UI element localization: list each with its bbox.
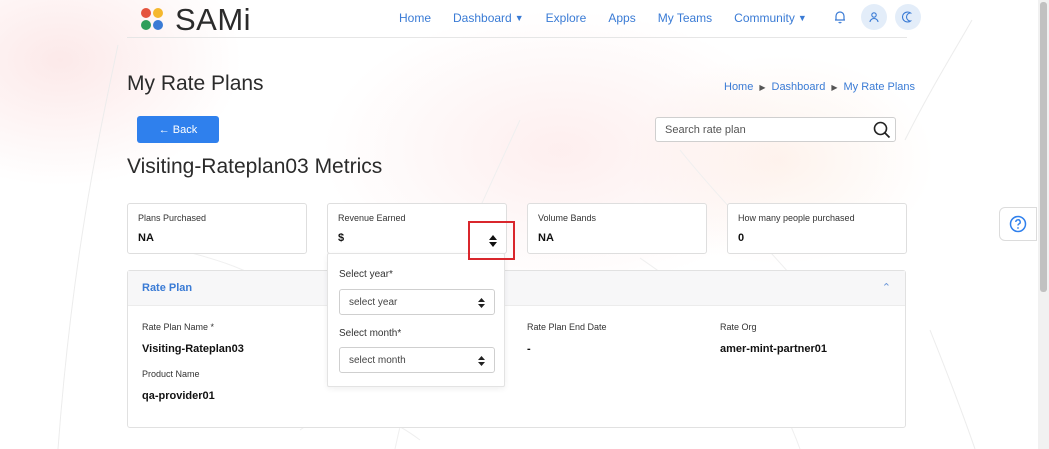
rate-plan-end-date-label: Rate Plan End Date	[527, 322, 607, 332]
question-icon	[1009, 215, 1027, 233]
select-year-label: Select year*	[339, 269, 393, 280]
rate-plan-name-value: Visiting-Rateplan03	[142, 343, 244, 355]
year-select-value: select year	[349, 296, 398, 308]
breadcrumb-caret-icon: ▶	[759, 82, 766, 92]
main-nav: Home Dashboard ▼ Explore Apps My Teams Co…	[399, 9, 829, 27]
chevron-down-icon: ▼	[514, 13, 524, 23]
month-select[interactable]: select month	[339, 347, 495, 373]
breadcrumb-current[interactable]: My Rate Plans	[843, 81, 915, 93]
nav-home[interactable]: Home	[399, 11, 431, 25]
select-arrows-icon	[478, 356, 485, 366]
rate-org-value: amer-mint-partner01	[720, 343, 827, 355]
breadcrumb-home[interactable]: Home	[724, 81, 753, 93]
card-plans-purchased: Plans Purchased NA	[127, 203, 307, 254]
revenue-filter-popover: Select year* select year Select month* s…	[327, 253, 505, 387]
scrollbar-thumb[interactable]	[1040, 2, 1047, 292]
search-icon[interactable]	[869, 117, 895, 142]
year-select[interactable]: select year	[339, 289, 495, 315]
card-value: NA	[138, 232, 154, 244]
nav-icon-group	[827, 4, 921, 30]
breadcrumb-caret-icon: ▶	[831, 82, 838, 92]
logo-mark-icon	[141, 7, 165, 33]
nav-explore[interactable]: Explore	[546, 11, 587, 25]
breadcrumb-dashboard[interactable]: Dashboard	[772, 81, 826, 93]
nav-apps[interactable]: Apps	[608, 11, 635, 25]
help-button[interactable]	[999, 207, 1037, 241]
page-title: My Rate Plans	[127, 72, 264, 95]
bell-icon[interactable]	[827, 4, 853, 30]
rate-plan-panel: Rate Plan ⌃ Rate Plan Name * Visiting-Ra…	[127, 270, 906, 428]
breadcrumb: Home ▶ Dashboard ▶ My Rate Plans	[724, 81, 915, 93]
card-label: Volume Bands	[538, 213, 597, 223]
card-people-purchased: How many people purchased 0	[727, 203, 907, 254]
card-label: Plans Purchased	[138, 213, 207, 223]
metrics-title: Visiting-Rateplan03 Metrics	[127, 155, 383, 178]
card-volume-bands: Volume Bands NA	[527, 203, 707, 254]
back-button[interactable]: ← Back	[137, 116, 219, 143]
user-icon[interactable]	[861, 4, 887, 30]
product-name-value: qa-provider01	[142, 390, 215, 402]
page-scrollbar[interactable]	[1038, 0, 1049, 449]
nav-dashboard[interactable]: Dashboard ▼	[453, 11, 524, 25]
rate-plan-title: Rate Plan	[142, 282, 193, 294]
rate-plan-name-label: Rate Plan Name *	[142, 322, 215, 332]
nav-community[interactable]: Community ▼	[734, 11, 807, 25]
highlight-annotation	[468, 221, 515, 260]
rate-plan-end-date-value: -	[527, 343, 531, 355]
card-label: How many people purchased	[738, 213, 855, 223]
card-value: NA	[538, 232, 554, 244]
month-select-value: select month	[349, 354, 406, 366]
rate-plan-header[interactable]: Rate Plan ⌃	[128, 271, 905, 306]
search-box	[655, 117, 896, 142]
moon-icon[interactable]	[895, 4, 921, 30]
logo[interactable]: SAMi	[141, 2, 251, 38]
search-input[interactable]	[656, 123, 869, 136]
product-name-label: Product Name	[142, 369, 200, 379]
nav-divider	[127, 37, 907, 38]
chevron-down-icon: ▼	[797, 13, 807, 23]
app-name: SAMi	[175, 2, 252, 37]
chevron-up-icon[interactable]: ⌃	[882, 281, 891, 294]
select-month-label: Select month*	[339, 328, 402, 339]
card-value: 0	[738, 232, 745, 244]
select-arrows-icon	[478, 298, 485, 308]
nav-my-teams[interactable]: My Teams	[658, 11, 712, 25]
rate-org-label: Rate Org	[720, 322, 757, 332]
